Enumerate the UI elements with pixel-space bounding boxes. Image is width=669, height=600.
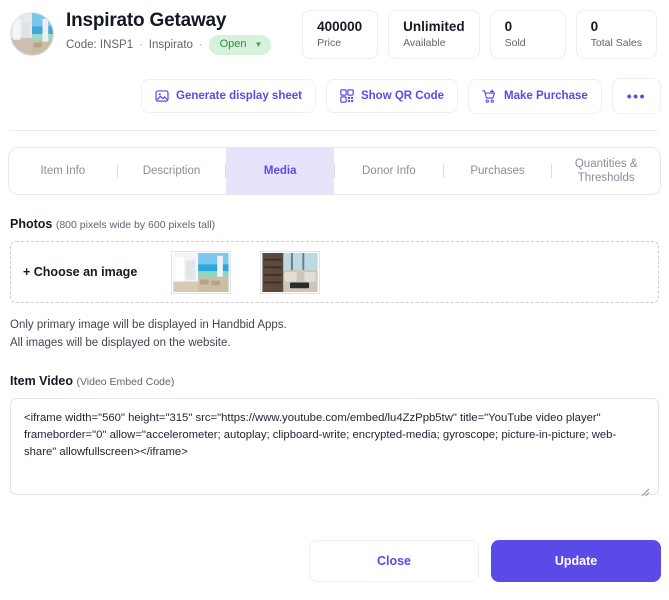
photo-thumbnails <box>171 250 321 294</box>
item-header: Inspirato Getaway Code: INSP1 · Inspirat… <box>0 0 669 64</box>
stats-row: 400000 Price Unlimited Available 0 Sold … <box>302 10 659 59</box>
tab-label: Purchases <box>470 165 525 177</box>
tab-label: Item Info <box>40 165 86 177</box>
image-icon <box>155 89 169 103</box>
meta-separator: · <box>139 39 143 51</box>
video-embed-code-input[interactable] <box>10 398 659 495</box>
cart-plus-icon <box>482 88 497 104</box>
item-media-panel: Inspirato Getaway Code: INSP1 · Inspirat… <box>0 0 669 600</box>
stat-label: Sold <box>504 37 526 49</box>
tab-media[interactable]: Media <box>226 148 335 194</box>
item-title-block: Inspirato Getaway Code: INSP1 · Inspirat… <box>66 10 302 55</box>
tab-quantities-thresholds[interactable]: Quantities & Thresholds <box>552 148 660 194</box>
stat-card-sold: 0 Sold <box>489 10 566 59</box>
stat-value: Unlimited <box>403 19 465 34</box>
item-code: Code: INSP1 <box>66 39 134 51</box>
close-button[interactable]: Close <box>309 540 479 582</box>
photo-dropzone[interactable]: + Choose an image <box>10 241 659 303</box>
media-section: Photos (800 pixels wide by 600 pixels ta… <box>0 217 669 500</box>
stat-value: 400000 <box>317 19 363 34</box>
organization-name: Inspirato <box>148 39 193 51</box>
tab-description[interactable]: Description <box>118 148 226 194</box>
update-button[interactable]: Update <box>491 540 661 582</box>
photos-heading-hint: (800 pixels wide by 600 pixels tall) <box>55 219 216 231</box>
ellipsis-icon: ••• <box>626 88 646 104</box>
stat-value: 0 <box>504 19 513 34</box>
status-label: Open <box>219 38 247 50</box>
stat-label: Available <box>403 37 446 49</box>
photo-thumbnail-beach-villa[interactable] <box>171 250 232 294</box>
tab-item-info[interactable]: Item Info <box>9 148 117 194</box>
header-divider <box>10 130 659 131</box>
tab-donor-info[interactable]: Donor Info <box>335 148 443 194</box>
stat-card-price: 400000 Price <box>302 10 379 59</box>
video-heading: Item Video (Video Embed Code) <box>10 374 659 388</box>
tab-label: Description <box>142 165 201 177</box>
show-qr-code-button[interactable]: Show QR Code <box>325 79 459 113</box>
video-heading-label: Item Video <box>10 374 73 388</box>
photos-note-line-2: All images will be displayed on the webs… <box>10 337 231 349</box>
make-purchase-label: Make Purchase <box>504 90 588 102</box>
tab-label: Quantities & Thresholds <box>574 158 638 184</box>
photos-note-line-1: Only primary image will be displayed in … <box>10 319 287 331</box>
tab-purchases[interactable]: Purchases <box>444 148 552 194</box>
photos-heading-label: Photos <box>10 217 53 231</box>
photo-thumbnail-living-room[interactable] <box>260 250 321 294</box>
stat-card-total-sales: 0 Total Sales <box>575 10 657 59</box>
stat-value: 0 <box>590 19 599 34</box>
tab-bar: Item Info Description Media Donor Info P… <box>8 147 661 195</box>
choose-image-button[interactable]: + Choose an image <box>23 265 137 279</box>
page-title: Inspirato Getaway <box>66 10 227 31</box>
stat-card-available: Unlimited Available <box>388 10 480 59</box>
item-meta: Code: INSP1 · Inspirato · Open ▼ <box>66 35 302 55</box>
stat-label: Total Sales <box>590 37 642 49</box>
footer-actions: Close Update <box>0 540 669 600</box>
qr-code-icon <box>340 89 354 103</box>
photos-note: Only primary image will be displayed in … <box>10 316 659 352</box>
more-options-button[interactable]: ••• <box>611 78 661 114</box>
video-heading-hint: (Video Embed Code) <box>76 376 175 388</box>
tab-label: Donor Info <box>362 165 416 177</box>
action-buttons: Generate display sheet Show QR Code Make… <box>0 78 669 114</box>
avatar <box>10 12 54 56</box>
show-qr-code-label: Show QR Code <box>360 90 445 102</box>
meta-separator-2: · <box>198 39 203 51</box>
stat-label: Price <box>317 37 342 49</box>
chevron-down-icon: ▼ <box>254 40 263 49</box>
tab-label: Media <box>263 165 297 177</box>
generate-display-sheet-label: Generate display sheet <box>176 90 302 102</box>
photos-heading: Photos (800 pixels wide by 600 pixels ta… <box>10 217 659 231</box>
generate-display-sheet-button[interactable]: Generate display sheet <box>141 79 316 113</box>
make-purchase-button[interactable]: Make Purchase <box>468 78 602 114</box>
status-badge[interactable]: Open ▼ <box>208 35 272 55</box>
